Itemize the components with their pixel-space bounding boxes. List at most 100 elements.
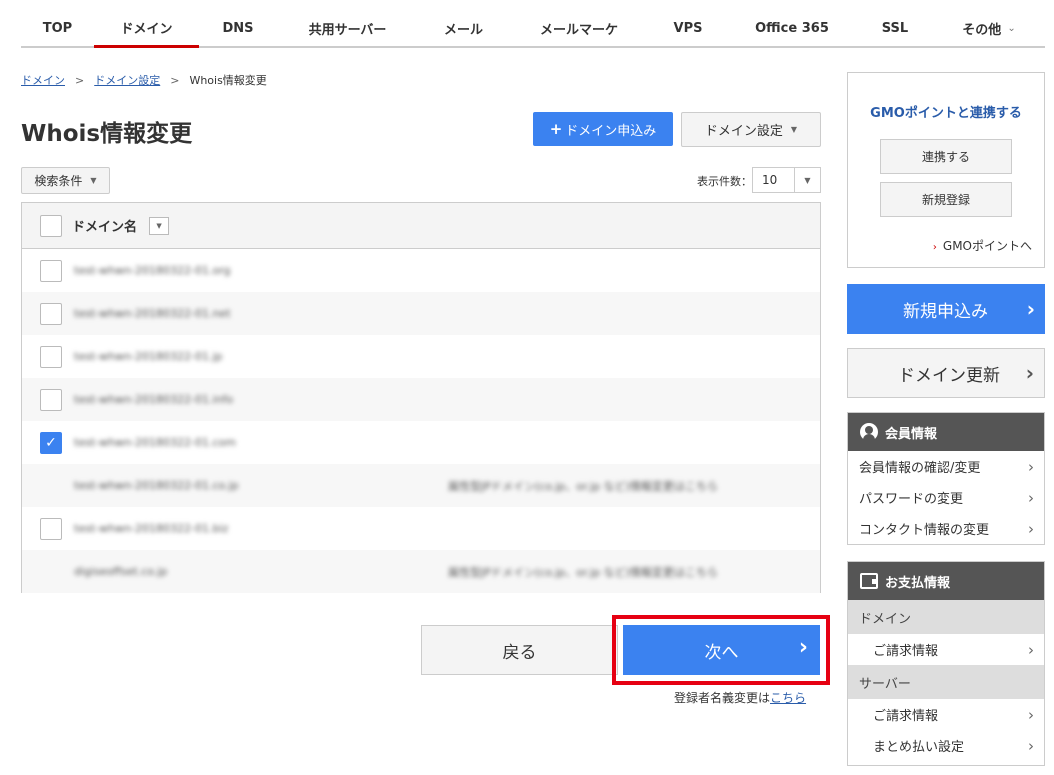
tab-others[interactable]: その他 ⌄	[933, 10, 1045, 48]
gmo-register-button[interactable]: 新規登録	[880, 182, 1012, 217]
table-row: test-whwn-20180322-01.net	[22, 292, 820, 335]
gmo-point-box: GMOポイントと連携する 連携する 新規登録 › GMOポイントへ	[847, 72, 1045, 268]
table-row: test-whwn-20180322-01.info	[22, 378, 820, 421]
user-icon	[860, 423, 878, 441]
row-checkbox-checked[interactable]: ✓	[40, 431, 62, 454]
breadcrumb-link-domain-settings[interactable]: ドメイン設定	[94, 74, 160, 87]
tab-label: メールマーケ	[539, 22, 618, 38]
chevron-right-icon: ›	[1028, 457, 1034, 476]
server-billing-link[interactable]: ご請求情報 ›	[848, 699, 1044, 730]
tab-label: Office 365	[755, 20, 829, 36]
plus-icon: +	[549, 120, 563, 138]
tab-mail[interactable]: メール	[418, 10, 509, 48]
per-page-select[interactable]: 10 ▼	[752, 167, 821, 193]
chevron-right-icon: ›	[1025, 361, 1034, 385]
tab-label: VPS	[673, 20, 703, 36]
registrant-change-note: 登録者名義変更はこちら	[674, 689, 806, 706]
tab-ssl[interactable]: SSL	[857, 10, 933, 48]
select-all-checkbox[interactable]	[40, 214, 62, 237]
attribute-jp-note-link[interactable]: 属性型JPドメイン(co.jp、or.jp など)情報変更はこちら	[448, 478, 718, 494]
breadcrumb-link-domain[interactable]: ドメイン	[21, 74, 65, 87]
tab-label: 共用サーバー	[308, 22, 387, 38]
tab-domain[interactable]: ドメイン	[94, 10, 199, 48]
sort-dropdown-icon[interactable]: ▼	[149, 216, 170, 235]
chevron-right-icon: ›	[1028, 519, 1034, 538]
wallet-icon	[860, 573, 878, 589]
button-label: 新規申込み	[903, 301, 988, 322]
row-checkbox[interactable]	[40, 302, 62, 325]
member-info-confirm-link[interactable]: 会員情報の確認/変更 ›	[848, 451, 1044, 482]
panel-title: お支払情報	[885, 575, 951, 591]
gmo-point-link[interactable]: › GMOポイントへ	[933, 237, 1032, 254]
caret-down-icon: ▼	[790, 125, 798, 134]
chevron-right-icon: ›	[1028, 705, 1034, 724]
table-row: test-whwn-20180322-01.co.jp 属性型JPドメイン(co.…	[22, 464, 820, 507]
button-label: ドメイン設定	[704, 124, 783, 139]
table-row: digiseoffset.co.jp 属性型JPドメイン(co.jp、or.jp …	[22, 550, 820, 593]
table-row: test-whwn-20180322-01.biz	[22, 507, 820, 550]
breadcrumb: ドメイン > ドメイン設定 > Whois情報変更	[21, 72, 267, 88]
chevron-right-icon: ›	[798, 635, 808, 660]
tab-top[interactable]: TOP	[21, 10, 94, 48]
contact-info-change-link[interactable]: コンタクト情報の変更 ›	[848, 513, 1044, 544]
column-header-domain: ドメイン名	[72, 220, 138, 235]
domain-name: digiseoffset.co.jp	[74, 565, 168, 578]
button-label: ドメイン更新	[898, 365, 1000, 386]
per-page-value: 10	[762, 173, 778, 187]
tab-label: SSL	[881, 20, 909, 36]
member-info-header: 会員情報	[848, 413, 1044, 451]
bulk-payment-settings-link[interactable]: まとめ払い設定 ›	[848, 730, 1044, 761]
item-label: ご請求情報	[873, 644, 939, 659]
row-checkbox[interactable]	[40, 388, 62, 411]
breadcrumb-current: Whois情報変更	[189, 74, 267, 87]
tab-dns[interactable]: DNS	[199, 10, 277, 48]
chevron-right-icon: ›	[932, 242, 937, 253]
item-label: まとめ払い設定	[873, 740, 965, 755]
member-info-panel: 会員情報 会員情報の確認/変更 › パスワードの変更 › コンタクト情報の変更 ›	[847, 412, 1045, 545]
tab-label: DNS	[222, 20, 254, 36]
domain-settings-dropdown[interactable]: ドメイン設定 ▼	[681, 112, 821, 147]
domain-name: test-whwn-20180322-01.org	[74, 264, 231, 277]
tab-office365[interactable]: Office 365	[727, 10, 857, 48]
link-label: GMOポイントへ	[942, 239, 1032, 253]
back-button[interactable]: 戻る	[421, 625, 618, 675]
domain-name: test-whwn-20180322-01.info	[74, 393, 234, 406]
domain-renew-button[interactable]: ドメイン更新 ›	[847, 348, 1045, 398]
item-label: パスワードの変更	[859, 492, 964, 507]
top-nav: TOP ドメイン DNS 共用サーバー メール メールマーケ VPS Offic…	[21, 10, 1045, 48]
new-application-button[interactable]: 新規申込み ›	[847, 284, 1045, 334]
row-checkbox[interactable]	[40, 517, 62, 540]
registrant-change-link[interactable]: こちら	[770, 691, 806, 705]
domain-billing-link[interactable]: ご請求情報 ›	[848, 634, 1044, 665]
attribute-jp-note-link[interactable]: 属性型JPドメイン(co.jp、or.jp など)情報変更はこちら	[448, 564, 718, 580]
tab-vps[interactable]: VPS	[649, 10, 727, 48]
chevron-right-icon: ›	[1028, 640, 1034, 659]
domain-apply-button[interactable]: + ドメイン申込み	[533, 112, 673, 146]
caret-down-icon: ▼	[794, 168, 820, 192]
row-checkbox[interactable]	[40, 345, 62, 368]
gmo-title: GMOポイントと連携する	[870, 106, 1022, 121]
breadcrumb-separator: >	[170, 74, 180, 87]
table-row: test-whwn-20180322-01.jp	[22, 335, 820, 378]
page-title: Whois情報変更	[21, 121, 193, 147]
domain-name: test-whwn-20180322-01.com	[74, 436, 236, 449]
item-label: 会員情報の確認/変更	[859, 461, 981, 476]
payment-info-panel: お支払情報 ドメイン ご請求情報 › サーバー ご請求情報 › まとめ払い設定 ›	[847, 561, 1045, 766]
tab-mail-marketing[interactable]: メールマーケ	[509, 10, 649, 48]
payment-info-header: お支払情報	[848, 562, 1044, 600]
button-label: 検索条件	[34, 174, 83, 188]
item-label: コンタクト情報の変更	[859, 523, 990, 538]
registrant-note-text: 登録者名義変更は	[674, 691, 771, 705]
chevron-right-icon: ›	[1028, 736, 1034, 755]
row-checkbox[interactable]	[40, 259, 62, 282]
search-conditions-button[interactable]: 検索条件 ▼	[21, 167, 110, 194]
chevron-down-icon: ⌄	[1007, 22, 1016, 34]
per-page-label: 表示件数：	[697, 175, 752, 188]
table-row: ✓ test-whwn-20180322-01.com	[22, 421, 820, 464]
next-button[interactable]: 次へ ›	[623, 625, 820, 675]
tab-label: その他	[962, 22, 1002, 38]
tab-shared-server[interactable]: 共用サーバー	[277, 10, 418, 48]
password-change-link[interactable]: パスワードの変更 ›	[848, 482, 1044, 513]
table-header: ドメイン名 ▼	[22, 203, 820, 249]
gmo-link-button[interactable]: 連携する	[880, 139, 1012, 174]
